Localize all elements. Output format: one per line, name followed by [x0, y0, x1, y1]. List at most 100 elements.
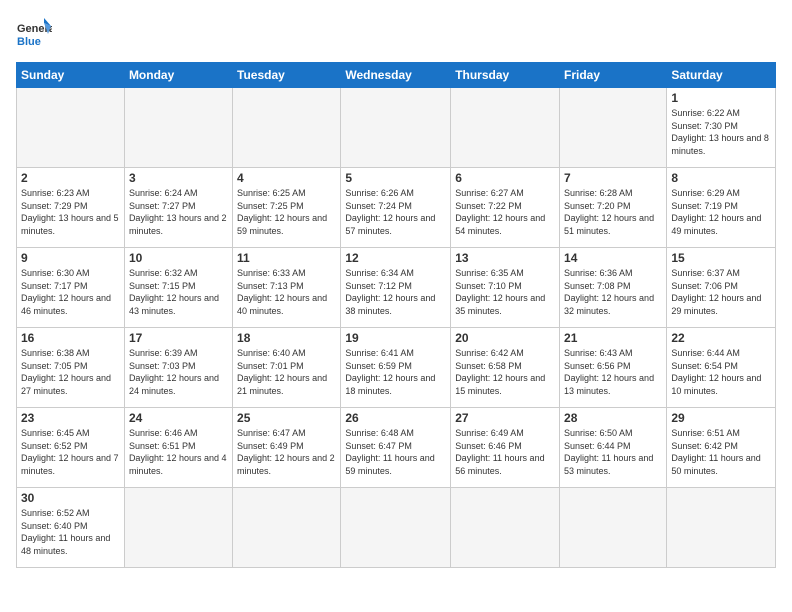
day-number: 27 [455, 411, 555, 425]
calendar-cell: 27 Sunrise: 6:49 AMSunset: 6:46 PMDaylig… [451, 408, 560, 488]
day-detail: Sunrise: 6:48 AMSunset: 6:47 PMDaylight:… [345, 428, 434, 476]
calendar-cell [124, 88, 232, 168]
day-number: 6 [455, 171, 555, 185]
calendar-cell: 2 Sunrise: 6:23 AMSunset: 7:29 PMDayligh… [17, 168, 125, 248]
calendar-cell: 13 Sunrise: 6:35 AMSunset: 7:10 PMDaylig… [451, 248, 560, 328]
calendar-cell: 7 Sunrise: 6:28 AMSunset: 7:20 PMDayligh… [560, 168, 667, 248]
day-number: 30 [21, 491, 120, 505]
day-number: 18 [237, 331, 336, 345]
day-detail: Sunrise: 6:39 AMSunset: 7:03 PMDaylight:… [129, 348, 219, 396]
day-number: 13 [455, 251, 555, 265]
day-detail: Sunrise: 6:27 AMSunset: 7:22 PMDaylight:… [455, 188, 545, 236]
calendar-cell: 21 Sunrise: 6:43 AMSunset: 6:56 PMDaylig… [560, 328, 667, 408]
week-row-1: 2 Sunrise: 6:23 AMSunset: 7:29 PMDayligh… [17, 168, 776, 248]
day-number: 8 [671, 171, 771, 185]
day-number: 2 [21, 171, 120, 185]
day-detail: Sunrise: 6:44 AMSunset: 6:54 PMDaylight:… [671, 348, 761, 396]
day-detail: Sunrise: 6:28 AMSunset: 7:20 PMDaylight:… [564, 188, 654, 236]
week-row-3: 16 Sunrise: 6:38 AMSunset: 7:05 PMDaylig… [17, 328, 776, 408]
calendar-cell [560, 488, 667, 568]
calendar-cell [560, 88, 667, 168]
day-number: 10 [129, 251, 228, 265]
calendar-cell: 26 Sunrise: 6:48 AMSunset: 6:47 PMDaylig… [341, 408, 451, 488]
calendar-cell: 15 Sunrise: 6:37 AMSunset: 7:06 PMDaylig… [667, 248, 776, 328]
day-number: 3 [129, 171, 228, 185]
day-detail: Sunrise: 6:41 AMSunset: 6:59 PMDaylight:… [345, 348, 435, 396]
calendar-cell: 29 Sunrise: 6:51 AMSunset: 6:42 PMDaylig… [667, 408, 776, 488]
day-detail: Sunrise: 6:40 AMSunset: 7:01 PMDaylight:… [237, 348, 327, 396]
week-row-2: 9 Sunrise: 6:30 AMSunset: 7:17 PMDayligh… [17, 248, 776, 328]
calendar-cell: 19 Sunrise: 6:41 AMSunset: 6:59 PMDaylig… [341, 328, 451, 408]
day-number: 15 [671, 251, 771, 265]
calendar-cell: 20 Sunrise: 6:42 AMSunset: 6:58 PMDaylig… [451, 328, 560, 408]
day-number: 20 [455, 331, 555, 345]
logo: General Blue [16, 16, 52, 52]
day-header-sunday: Sunday [17, 63, 125, 88]
day-detail: Sunrise: 6:38 AMSunset: 7:05 PMDaylight:… [21, 348, 111, 396]
day-number: 4 [237, 171, 336, 185]
calendar-cell: 28 Sunrise: 6:50 AMSunset: 6:44 PMDaylig… [560, 408, 667, 488]
day-number: 19 [345, 331, 446, 345]
week-row-4: 23 Sunrise: 6:45 AMSunset: 6:52 PMDaylig… [17, 408, 776, 488]
day-number: 12 [345, 251, 446, 265]
calendar-cell: 10 Sunrise: 6:32 AMSunset: 7:15 PMDaylig… [124, 248, 232, 328]
day-number: 29 [671, 411, 771, 425]
day-detail: Sunrise: 6:29 AMSunset: 7:19 PMDaylight:… [671, 188, 761, 236]
day-detail: Sunrise: 6:46 AMSunset: 6:51 PMDaylight:… [129, 428, 227, 476]
day-detail: Sunrise: 6:36 AMSunset: 7:08 PMDaylight:… [564, 268, 654, 316]
day-number: 23 [21, 411, 120, 425]
calendar-cell: 23 Sunrise: 6:45 AMSunset: 6:52 PMDaylig… [17, 408, 125, 488]
calendar-cell: 30 Sunrise: 6:52 AMSunset: 6:40 PMDaylig… [17, 488, 125, 568]
day-number: 21 [564, 331, 662, 345]
calendar-cell: 6 Sunrise: 6:27 AMSunset: 7:22 PMDayligh… [451, 168, 560, 248]
day-number: 16 [21, 331, 120, 345]
calendar-cell: 14 Sunrise: 6:36 AMSunset: 7:08 PMDaylig… [560, 248, 667, 328]
day-header-wednesday: Wednesday [341, 63, 451, 88]
day-detail: Sunrise: 6:25 AMSunset: 7:25 PMDaylight:… [237, 188, 327, 236]
day-number: 5 [345, 171, 446, 185]
calendar-cell [341, 88, 451, 168]
day-number: 22 [671, 331, 771, 345]
calendar-cell: 8 Sunrise: 6:29 AMSunset: 7:19 PMDayligh… [667, 168, 776, 248]
day-number: 9 [21, 251, 120, 265]
day-number: 28 [564, 411, 662, 425]
day-detail: Sunrise: 6:23 AMSunset: 7:29 PMDaylight:… [21, 188, 119, 236]
day-detail: Sunrise: 6:50 AMSunset: 6:44 PMDaylight:… [564, 428, 653, 476]
day-detail: Sunrise: 6:32 AMSunset: 7:15 PMDaylight:… [129, 268, 219, 316]
day-detail: Sunrise: 6:24 AMSunset: 7:27 PMDaylight:… [129, 188, 227, 236]
calendar-cell: 5 Sunrise: 6:26 AMSunset: 7:24 PMDayligh… [341, 168, 451, 248]
calendar-cell [451, 488, 560, 568]
page: General Blue SundayMondayTuesdayWednesda… [0, 0, 792, 612]
calendar-cell: 16 Sunrise: 6:38 AMSunset: 7:05 PMDaylig… [17, 328, 125, 408]
calendar-cell: 18 Sunrise: 6:40 AMSunset: 7:01 PMDaylig… [233, 328, 341, 408]
header: General Blue [16, 16, 776, 52]
calendar-cell: 22 Sunrise: 6:44 AMSunset: 6:54 PMDaylig… [667, 328, 776, 408]
day-detail: Sunrise: 6:33 AMSunset: 7:13 PMDaylight:… [237, 268, 327, 316]
week-row-0: 1 Sunrise: 6:22 AMSunset: 7:30 PMDayligh… [17, 88, 776, 168]
day-number: 1 [671, 91, 771, 105]
calendar-cell: 1 Sunrise: 6:22 AMSunset: 7:30 PMDayligh… [667, 88, 776, 168]
day-header-thursday: Thursday [451, 63, 560, 88]
day-detail: Sunrise: 6:49 AMSunset: 6:46 PMDaylight:… [455, 428, 544, 476]
calendar-cell: 3 Sunrise: 6:24 AMSunset: 7:27 PMDayligh… [124, 168, 232, 248]
day-header-monday: Monday [124, 63, 232, 88]
calendar-cell: 12 Sunrise: 6:34 AMSunset: 7:12 PMDaylig… [341, 248, 451, 328]
calendar-table: SundayMondayTuesdayWednesdayThursdayFrid… [16, 62, 776, 568]
calendar-cell [667, 488, 776, 568]
day-detail: Sunrise: 6:45 AMSunset: 6:52 PMDaylight:… [21, 428, 119, 476]
header-row: SundayMondayTuesdayWednesdayThursdayFrid… [17, 63, 776, 88]
calendar-cell: 9 Sunrise: 6:30 AMSunset: 7:17 PMDayligh… [17, 248, 125, 328]
day-detail: Sunrise: 6:43 AMSunset: 6:56 PMDaylight:… [564, 348, 654, 396]
calendar-cell: 4 Sunrise: 6:25 AMSunset: 7:25 PMDayligh… [233, 168, 341, 248]
day-number: 14 [564, 251, 662, 265]
day-detail: Sunrise: 6:51 AMSunset: 6:42 PMDaylight:… [671, 428, 760, 476]
day-number: 11 [237, 251, 336, 265]
calendar-cell: 25 Sunrise: 6:47 AMSunset: 6:49 PMDaylig… [233, 408, 341, 488]
calendar-cell: 17 Sunrise: 6:39 AMSunset: 7:03 PMDaylig… [124, 328, 232, 408]
calendar-cell [341, 488, 451, 568]
week-row-5: 30 Sunrise: 6:52 AMSunset: 6:40 PMDaylig… [17, 488, 776, 568]
day-number: 25 [237, 411, 336, 425]
calendar-cell [451, 88, 560, 168]
day-detail: Sunrise: 6:34 AMSunset: 7:12 PMDaylight:… [345, 268, 435, 316]
day-detail: Sunrise: 6:37 AMSunset: 7:06 PMDaylight:… [671, 268, 761, 316]
